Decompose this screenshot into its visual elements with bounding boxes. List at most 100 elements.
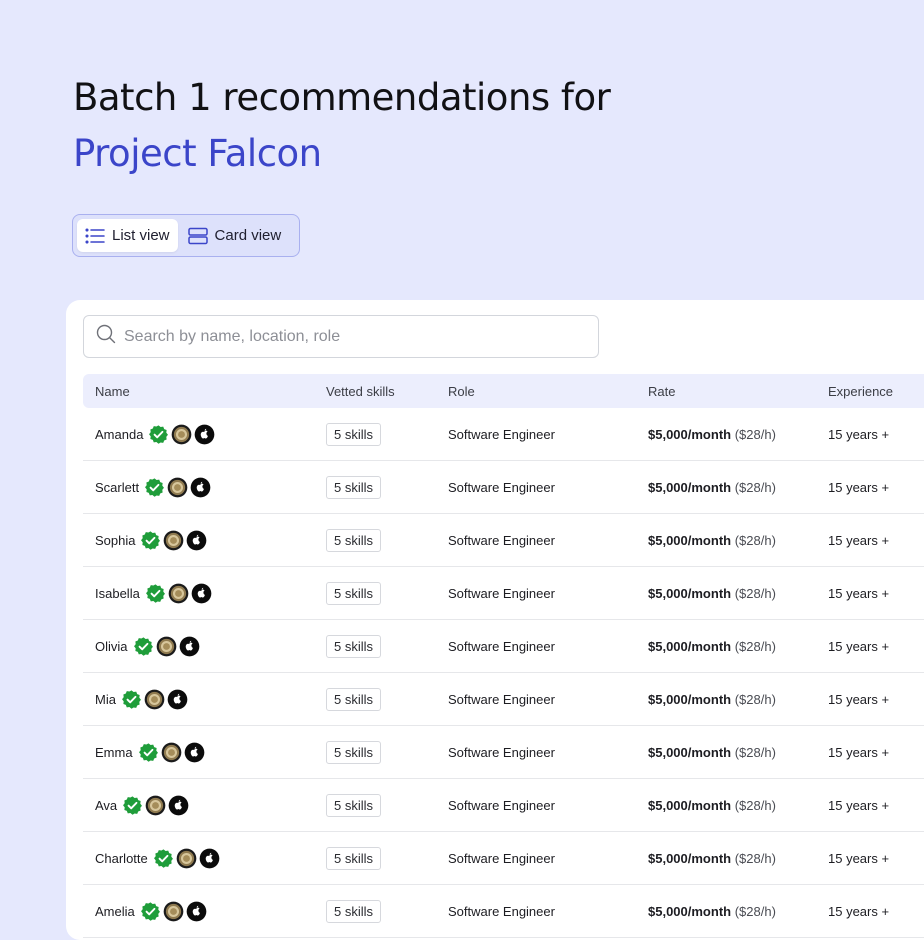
apple-icon — [191, 583, 212, 604]
search-input[interactable] — [124, 327, 564, 346]
candidate-cell: Amelia — [83, 901, 326, 922]
card-view-button[interactable]: Card view — [180, 219, 290, 252]
candidate-name[interactable]: Amelia — [95, 904, 135, 919]
verified-check-icon — [148, 424, 169, 445]
apple-icon — [167, 689, 188, 710]
vetted-skills-cell: 5 skills — [326, 528, 448, 552]
rate-cell: $5,000/month ($28/h) — [648, 480, 828, 495]
vetted-skills-cell: 5 skills — [326, 740, 448, 764]
rate-monthly: $5,000/month — [648, 850, 732, 866]
gold-medal-icon — [171, 424, 192, 445]
page-title-line1: Batch 1 recommendations for — [73, 76, 611, 119]
view-toggle: List view Card view — [72, 214, 300, 257]
vetted-skills-cell: 5 skills — [326, 475, 448, 499]
rate-cell: $5,000/month ($28/h) — [648, 639, 828, 654]
rate-cell: $5,000/month ($28/h) — [648, 427, 828, 442]
candidate-name[interactable]: Amanda — [95, 427, 143, 442]
skills-chip[interactable]: 5 skills — [326, 793, 382, 817]
table-header: Name Vetted skills Role Rate Experience — [83, 374, 924, 408]
experience-cell: 15 years + — [828, 638, 890, 654]
candidate-name[interactable]: Sophia — [95, 533, 135, 548]
candidates-table: Name Vetted skills Role Rate Experience … — [83, 374, 924, 938]
gold-medal-icon — [161, 742, 182, 763]
candidate-name[interactable]: Ava — [95, 798, 117, 813]
table-row[interactable]: Sophia 5 skills Software Engineer $5,000… — [83, 514, 924, 567]
page-title: Batch 1 recommendations for Project Falc… — [73, 70, 611, 182]
gold-medal-icon — [168, 583, 189, 604]
rate-monthly: $5,000/month — [648, 479, 732, 495]
role-cell: Software Engineer — [448, 797, 555, 813]
role-cell: Software Engineer — [448, 691, 555, 707]
skills-chip[interactable]: 5 skills — [326, 634, 382, 658]
experience-cell: 15 years + — [828, 797, 890, 813]
skills-chip[interactable]: 5 skills — [326, 475, 382, 499]
candidate-name[interactable]: Mia — [95, 692, 116, 707]
verified-check-icon — [144, 477, 165, 498]
rate-hourly: ($28/h) — [734, 479, 776, 495]
skills-chip[interactable]: 5 skills — [326, 422, 382, 446]
candidate-name[interactable]: Isabella — [95, 586, 140, 601]
list-view-button[interactable]: List view — [77, 219, 178, 252]
verified-check-icon — [140, 530, 161, 551]
column-header-experience[interactable]: Experience — [828, 384, 924, 399]
search-box — [83, 315, 599, 358]
skills-chip[interactable]: 5 skills — [326, 581, 382, 605]
rate-hourly: ($28/h) — [734, 691, 776, 707]
candidate-name[interactable]: Charlotte — [95, 851, 148, 866]
experience-cell: 15 years + — [828, 585, 890, 601]
apple-icon — [186, 901, 207, 922]
experience-cell: 15 years + — [828, 903, 890, 919]
column-header-name[interactable]: Name — [83, 384, 326, 399]
vetted-skills-cell: 5 skills — [326, 899, 448, 923]
rate-cell: $5,000/month ($28/h) — [648, 586, 828, 601]
table-row[interactable]: Emma 5 skills Software Engineer $5,000/m… — [83, 726, 924, 779]
rate-cell: $5,000/month ($28/h) — [648, 798, 828, 813]
experience-cell: 15 years + — [828, 744, 890, 760]
apple-icon — [184, 742, 205, 763]
table-row[interactable]: Amelia 5 skills Software Engineer $5,000… — [83, 885, 924, 938]
role-cell: Software Engineer — [448, 638, 555, 654]
results-panel: Name Vetted skills Role Rate Experience … — [66, 300, 924, 940]
table-row[interactable]: Isabella 5 skills Software Engineer $5,0… — [83, 567, 924, 620]
table-row[interactable]: Ava 5 skills Software Engineer $5,000/mo… — [83, 779, 924, 832]
skills-chip[interactable]: 5 skills — [326, 740, 382, 764]
column-header-rate[interactable]: Rate — [648, 384, 828, 399]
rate-hourly: ($28/h) — [734, 638, 776, 654]
rate-hourly: ($28/h) — [734, 426, 776, 442]
table-body: Amanda 5 skills Software Engineer $5,000… — [83, 408, 924, 938]
gold-medal-icon — [145, 795, 166, 816]
skills-chip[interactable]: 5 skills — [326, 846, 382, 870]
table-row[interactable]: Scarlett 5 skills Software Engineer $5,0… — [83, 461, 924, 514]
skills-chip[interactable]: 5 skills — [326, 687, 382, 711]
candidate-name[interactable]: Emma — [95, 745, 133, 760]
table-row[interactable]: Olivia 5 skills Software Engineer $5,000… — [83, 620, 924, 673]
rate-hourly: ($28/h) — [734, 532, 776, 548]
table-row[interactable]: Amanda 5 skills Software Engineer $5,000… — [83, 408, 924, 461]
candidate-name[interactable]: Olivia — [95, 639, 128, 654]
column-header-role[interactable]: Role — [448, 384, 648, 399]
table-row[interactable]: Mia 5 skills Software Engineer $5,000/mo… — [83, 673, 924, 726]
card-icon — [187, 227, 208, 245]
search-icon — [96, 324, 116, 349]
role-cell: Software Engineer — [448, 479, 555, 495]
project-name: Project Falcon — [73, 132, 322, 175]
apple-icon — [190, 477, 211, 498]
candidate-cell: Mia — [83, 689, 326, 710]
rate-cell: $5,000/month ($28/h) — [648, 692, 828, 707]
column-header-vetted-skills[interactable]: Vetted skills — [326, 384, 448, 399]
candidate-name[interactable]: Scarlett — [95, 480, 139, 495]
rate-cell: $5,000/month ($28/h) — [648, 745, 828, 760]
skills-chip[interactable]: 5 skills — [326, 528, 382, 552]
list-icon — [85, 227, 105, 245]
table-row[interactable]: Charlotte 5 skills Software Engineer $5,… — [83, 832, 924, 885]
rate-monthly: $5,000/month — [648, 797, 732, 813]
role-cell: Software Engineer — [448, 532, 555, 548]
role-cell: Software Engineer — [448, 903, 555, 919]
apple-icon — [199, 848, 220, 869]
vetted-skills-cell: 5 skills — [326, 793, 448, 817]
rate-hourly: ($28/h) — [734, 585, 776, 601]
skills-chip[interactable]: 5 skills — [326, 899, 382, 923]
role-cell: Software Engineer — [448, 744, 555, 760]
rate-monthly: $5,000/month — [648, 691, 732, 707]
candidate-cell: Isabella — [83, 583, 326, 604]
